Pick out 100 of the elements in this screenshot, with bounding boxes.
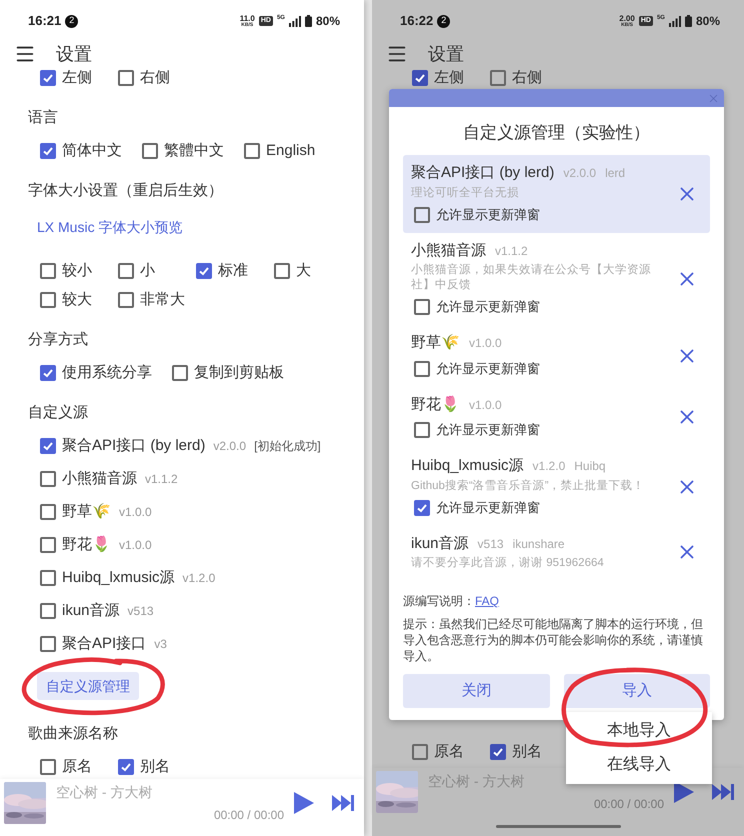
checkbox[interactable] bbox=[40, 504, 56, 520]
checkbox[interactable] bbox=[118, 263, 134, 279]
option-label: 简体中文 bbox=[62, 140, 122, 161]
font-preview-text: LX Music 字体大小预览 bbox=[37, 218, 184, 237]
skip-next-icon[interactable] bbox=[332, 795, 354, 811]
author-label: Huibq bbox=[574, 458, 606, 475]
checkbox[interactable] bbox=[118, 292, 134, 308]
option-label: 左侧 bbox=[434, 68, 464, 88]
option-label: 允许显示更新弹窗 bbox=[436, 298, 540, 316]
checkbox[interactable] bbox=[412, 744, 428, 760]
checkbox[interactable] bbox=[414, 206, 430, 222]
option-label: 聚合API接口 (by lerd) bbox=[62, 436, 206, 456]
notification-badge: 2 bbox=[65, 14, 78, 28]
checkbox[interactable] bbox=[414, 360, 430, 376]
network-speed: 11.0 bbox=[240, 14, 255, 22]
notification-badge: 2 bbox=[437, 14, 450, 28]
check-icon bbox=[42, 367, 54, 379]
version-label: v1.2.0 bbox=[532, 458, 566, 475]
dialog-title: 自定义源管理（实验性） bbox=[462, 122, 651, 144]
version-label: v1.1.2 bbox=[145, 471, 178, 488]
option-label: 允许显示更新弹窗 bbox=[436, 360, 540, 378]
source-name: Huibq_lxmusic源 bbox=[411, 456, 524, 476]
checkbox[interactable] bbox=[40, 263, 56, 279]
check-icon bbox=[492, 746, 504, 758]
status-label: [初始化成功] bbox=[254, 438, 321, 455]
checkbox[interactable] bbox=[490, 744, 506, 760]
checkbox[interactable] bbox=[490, 70, 506, 86]
option-label: 复制到剪贴板 bbox=[194, 362, 284, 383]
checkbox[interactable] bbox=[40, 70, 56, 86]
option-label: 小熊猫音源 bbox=[62, 468, 137, 489]
check-icon bbox=[416, 502, 428, 514]
source-item[interactable]: 聚合API接口 (by lerd) v2.0.0 lerd 理论可听全平台无损 允许显示更新弹窗 bbox=[403, 155, 710, 232]
battery-icon bbox=[684, 15, 692, 27]
battery-percent: 80% bbox=[316, 13, 340, 30]
checkbox[interactable] bbox=[414, 500, 430, 516]
signal-icon bbox=[288, 16, 301, 26]
page-title: 设置 bbox=[428, 42, 464, 66]
option-label: 别名 bbox=[140, 756, 170, 777]
option-label: 右侧 bbox=[512, 68, 542, 88]
checkbox[interactable] bbox=[40, 471, 56, 487]
section-heading: 歌曲来源名称 bbox=[28, 724, 119, 744]
version-label: v1.1.2 bbox=[495, 242, 528, 260]
menu-item[interactable]: 在线导入 bbox=[566, 748, 712, 782]
checkbox[interactable] bbox=[172, 365, 188, 381]
page-title: 设置 bbox=[56, 42, 92, 66]
signal-icon bbox=[668, 16, 681, 26]
checkbox[interactable] bbox=[40, 537, 56, 553]
option-label: English bbox=[266, 140, 316, 161]
checkbox[interactable] bbox=[196, 263, 212, 279]
source-name: ikun音源 bbox=[411, 534, 469, 554]
option-label: 野草🌾 bbox=[62, 502, 111, 522]
option-label: 别名 bbox=[512, 742, 542, 762]
checkbox[interactable] bbox=[40, 570, 56, 586]
source-description: 请不要分享此音源，谢谢 951962664 bbox=[411, 556, 605, 571]
source-description: Github搜索“洛雪音乐音源”，禁止批量下载！ bbox=[411, 478, 646, 494]
checkbox[interactable] bbox=[40, 636, 56, 652]
checkbox[interactable] bbox=[40, 292, 56, 308]
option-label: 左侧 bbox=[62, 68, 92, 88]
version-label: v3 bbox=[154, 636, 167, 653]
checkbox[interactable] bbox=[274, 263, 290, 279]
close-button[interactable]: 关闭 bbox=[403, 674, 550, 708]
checkbox[interactable] bbox=[40, 438, 56, 454]
warning-text: 提示：虽然我们已经尽可能地隔离了脚本的运行环境，但导入包含恶意行为的脚本仍可能会影响你的系统，请谨慎导入。 bbox=[402, 616, 704, 664]
check-icon bbox=[414, 72, 426, 84]
faq-link[interactable]: FAQ bbox=[475, 592, 500, 610]
checkbox[interactable] bbox=[142, 143, 158, 159]
skip-next-icon[interactable] bbox=[712, 784, 734, 800]
checkbox[interactable] bbox=[40, 365, 56, 381]
option-label: Huibq_lxmusic源 bbox=[62, 568, 175, 588]
checkbox[interactable] bbox=[118, 759, 134, 775]
source-name: 野花🌷 bbox=[411, 394, 460, 414]
checkbox[interactable] bbox=[40, 759, 56, 775]
option-label: 大 bbox=[296, 260, 311, 281]
checkbox[interactable] bbox=[414, 299, 430, 315]
play-icon[interactable] bbox=[294, 792, 314, 814]
checkbox[interactable] bbox=[40, 143, 56, 159]
option-label: 繁體中文 bbox=[164, 140, 224, 161]
source-name: 野草🌾 bbox=[411, 333, 460, 353]
section-heading: 分享方式 bbox=[28, 330, 89, 350]
option-label: 小 bbox=[140, 260, 155, 281]
checkbox[interactable] bbox=[414, 422, 430, 438]
option-label: 原名 bbox=[434, 742, 464, 762]
checkbox[interactable] bbox=[412, 70, 428, 86]
section-heading: 字体大小设置（重启后生效） bbox=[28, 181, 224, 201]
play-icon[interactable] bbox=[674, 781, 694, 803]
checkbox[interactable] bbox=[244, 143, 260, 159]
import-button[interactable]: 导入 bbox=[564, 674, 710, 708]
clock: 16:22 bbox=[400, 12, 434, 30]
version-label: v2.0.0 bbox=[563, 165, 596, 182]
check-icon bbox=[42, 72, 54, 84]
checkbox[interactable] bbox=[40, 603, 56, 619]
playback-time: 00:00 / 00:00 bbox=[214, 807, 284, 824]
version-label: v513 bbox=[128, 603, 154, 620]
source-name: 聚合API接口 (by lerd) bbox=[411, 163, 554, 183]
option-label: 较小 bbox=[62, 260, 92, 281]
doc-label: 源编写说明： bbox=[403, 593, 475, 610]
author-label: ikunshare bbox=[512, 536, 565, 552]
manage-sources-button[interactable]: 自定义源管理 bbox=[37, 672, 139, 700]
home-indicator[interactable] bbox=[496, 824, 620, 828]
checkbox[interactable] bbox=[118, 70, 134, 86]
